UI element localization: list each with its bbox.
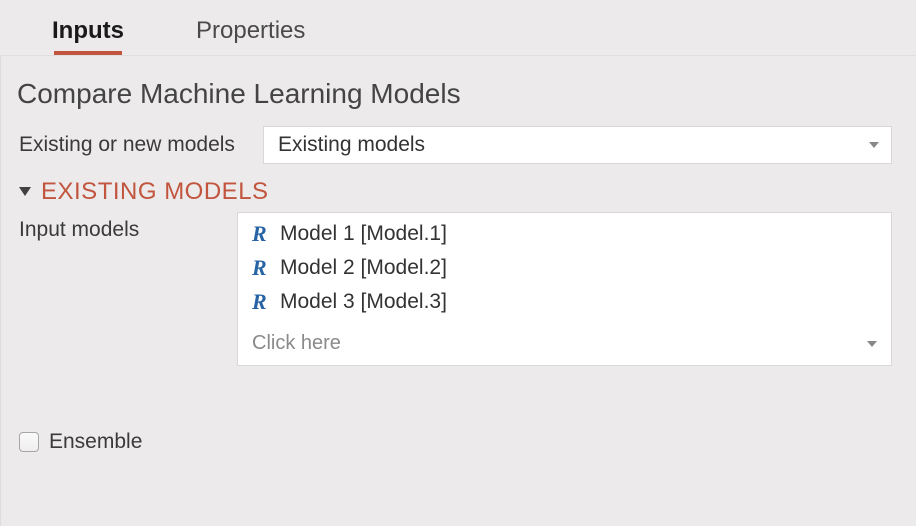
input-models-box: R Model 1 [Model.1] R Model 2 [Model.2] … bbox=[237, 212, 892, 366]
r-logo-icon: R bbox=[252, 221, 280, 247]
tab-properties[interactable]: Properties bbox=[190, 13, 311, 55]
input-model-label: Model 2 [Model.2] bbox=[280, 256, 447, 280]
input-models-label: Input models bbox=[17, 212, 237, 242]
input-models-placeholder: Click here bbox=[252, 332, 341, 355]
disclosure-triangle-icon bbox=[19, 187, 31, 196]
content-area: Compare Machine Learning Models Existing… bbox=[0, 56, 916, 526]
input-models-add[interactable]: Click here bbox=[238, 323, 891, 365]
tab-inputs[interactable]: Inputs bbox=[46, 13, 130, 55]
section-existing-models-title: EXISTING MODELS bbox=[41, 178, 269, 206]
model-source-label: Existing or new models bbox=[17, 133, 263, 157]
input-models-row: Input models R Model 1 [Model.1] R Model… bbox=[17, 212, 892, 366]
input-model-item[interactable]: R Model 1 [Model.1] bbox=[238, 213, 891, 251]
ensemble-row: Ensemble bbox=[17, 430, 892, 454]
input-model-label: Model 3 [Model.3] bbox=[280, 290, 447, 314]
section-existing-models-header[interactable]: EXISTING MODELS bbox=[17, 178, 892, 206]
r-logo-icon: R bbox=[252, 289, 280, 315]
ensemble-checkbox[interactable] bbox=[19, 432, 39, 452]
input-model-item[interactable]: R Model 2 [Model.2] bbox=[238, 251, 891, 285]
chevron-down-icon bbox=[869, 142, 879, 148]
compare-models-panel: Inputs Properties Compare Machine Learni… bbox=[0, 0, 916, 526]
r-logo-icon: R bbox=[252, 255, 280, 281]
model-source-select[interactable]: Existing models bbox=[263, 126, 892, 164]
input-model-label: Model 1 [Model.1] bbox=[280, 222, 447, 246]
input-model-item[interactable]: R Model 3 [Model.3] bbox=[238, 285, 891, 319]
model-source-value: Existing models bbox=[278, 133, 425, 157]
model-source-row: Existing or new models Existing models bbox=[17, 126, 892, 164]
tab-bar: Inputs Properties bbox=[0, 0, 916, 56]
chevron-down-icon bbox=[867, 341, 877, 347]
page-title: Compare Machine Learning Models bbox=[17, 78, 892, 110]
ensemble-label: Ensemble bbox=[49, 430, 142, 454]
